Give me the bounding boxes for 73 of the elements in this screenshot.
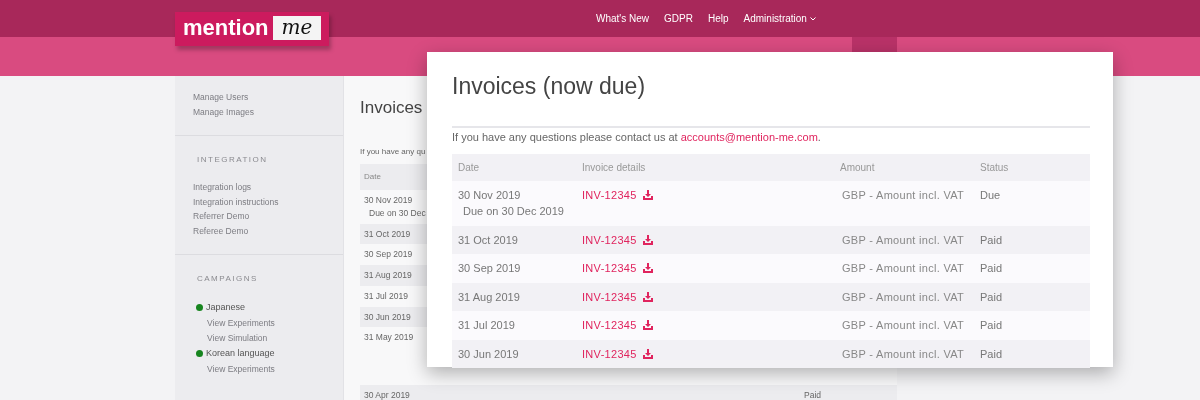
amount-text: GBP - Amount incl. VAT [842, 233, 965, 246]
download-icon[interactable] [642, 291, 653, 302]
due-date-text: Due on 30 Dec [369, 206, 426, 220]
campaign-name[interactable]: Japanese [206, 299, 246, 316]
dialog-title: Invoices (now due) [452, 72, 647, 100]
amount-text: GBP - Amount incl. VAT [842, 319, 965, 331]
amount-text: GBP - Amount incl. VAT [842, 262, 965, 274]
amount-text: GBP - Amount incl. VAT [842, 290, 965, 303]
tab-marker [852, 37, 897, 53]
download-icon[interactable] [642, 189, 653, 200]
sidebar-link[interactable]: Referee Demo [193, 223, 325, 238]
contact-text: If you have any questions please contact us at accounts@mention-me.com. [452, 130, 822, 145]
date-text: 31 Oct 2019 [364, 227, 411, 241]
logo[interactable]: mention me [175, 12, 330, 46]
download-icon[interactable] [642, 234, 653, 245]
date-text: 30 Sep 2019 [458, 261, 522, 276]
nav-link[interactable]: Administration [743, 11, 816, 26]
column-header: Invoice details [576, 153, 834, 181]
date-text: 31 May 2019 [364, 331, 414, 344]
section-heading: CAMPAIGNS [197, 273, 259, 285]
email-link[interactable]: accounts@mention-me.com [680, 131, 818, 143]
due-date-text: Due on 30 Dec 2019 [462, 204, 565, 219]
nav-link[interactable]: Help [707, 11, 729, 26]
amount-text: GBP - Amount incl. VAT [842, 347, 965, 360]
column-header: Date [452, 153, 576, 181]
help-text: If you have any qu [360, 146, 427, 158]
sidebar-link[interactable]: Referrer Demo [193, 209, 325, 224]
date-text: 30 Apr 2019 [364, 389, 410, 400]
sidebar-link[interactable]: View Experiments [207, 316, 325, 331]
page-title: Invoices [360, 97, 424, 119]
date-text: 30 Sep 2019 [364, 248, 413, 261]
status-text: Paid [980, 262, 1003, 274]
sidebar-link[interactable]: View Simulation [207, 330, 325, 345]
invoice-link[interactable]: INV-12345 [582, 317, 653, 334]
status-text: Paid [980, 290, 1003, 303]
nav-link[interactable]: What's New [596, 11, 650, 26]
download-icon[interactable] [642, 348, 653, 359]
date-text: 30 Jun 2019 [364, 310, 411, 324]
date-text: 30 Nov 2019 [458, 187, 522, 203]
column-header: Status [974, 153, 1090, 181]
invoice-link[interactable]: INV-12345 [582, 345, 653, 362]
column-header: Amount [834, 153, 974, 181]
campaign-name[interactable]: Korean language [206, 345, 275, 362]
date-text: 30 Nov 2019 [364, 194, 413, 207]
date-text: 31 Jul 2019 [458, 318, 516, 333]
invoice-link[interactable]: INV-12345 [582, 288, 653, 305]
status-text: Paid [804, 389, 821, 400]
status-text: Paid [980, 319, 1003, 331]
sidebar-link[interactable]: Manage Users [193, 90, 325, 105]
invoice-link[interactable]: INV-12345 [582, 186, 653, 203]
sidebar-link[interactable]: Integration logs [193, 180, 325, 195]
column-header: Date [364, 171, 381, 183]
status-text: Paid [980, 347, 1003, 360]
caret-icon [809, 16, 816, 21]
status-text: Paid [980, 233, 1003, 246]
status-text: Due [980, 188, 1001, 201]
invoice-link[interactable]: INV-12345 [582, 260, 653, 277]
date-text: 31 Oct 2019 [458, 232, 519, 248]
section-heading: INTEGRATION [197, 154, 269, 166]
amount-text: GBP - Amount incl. VAT [842, 188, 965, 201]
sidebar-link[interactable]: View Experiments [207, 362, 325, 377]
download-icon[interactable] [642, 263, 653, 274]
date-text: 30 Jun 2019 [458, 346, 520, 362]
nav-link[interactable]: GDPR [664, 11, 693, 26]
sidebar-link[interactable]: Integration instructions [193, 194, 325, 209]
logo-script: me [272, 16, 322, 40]
date-text: 31 Jul 2019 [364, 289, 408, 303]
download-icon[interactable] [642, 320, 653, 331]
date-text: 31 Aug 2019 [364, 269, 412, 282]
logo-word: mention [183, 17, 269, 39]
date-text: 31 Aug 2019 [458, 289, 521, 305]
invoice-link[interactable]: INV-12345 [582, 231, 653, 248]
sidebar-link[interactable]: Manage Images [193, 104, 325, 119]
